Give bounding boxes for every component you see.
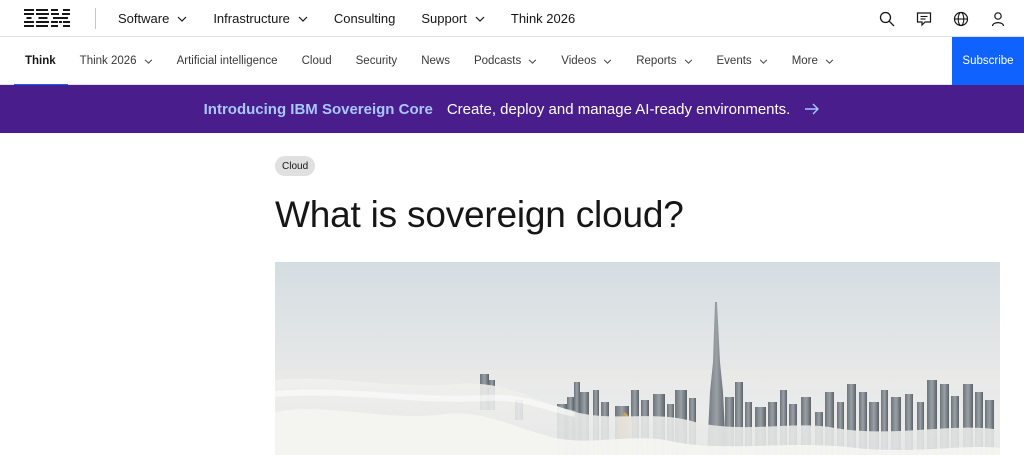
masthead-item-infrastructure[interactable]: Infrastructure [213, 11, 308, 26]
subnav-item-label: Videos [561, 55, 597, 67]
chevron-down-icon [684, 58, 692, 64]
chevron-down-icon [144, 58, 152, 64]
subnav-item-label: Events [716, 55, 752, 67]
chevron-down-icon [604, 58, 612, 64]
contact-button[interactable] [905, 0, 942, 37]
subnav-item-artificial-intelligence[interactable]: Artificial intelligence [165, 37, 290, 85]
masthead-item-label: Think 2026 [510, 11, 576, 26]
subnav-items: Think Think 2026 Artificial intelligence… [0, 37, 846, 86]
masthead-divider [95, 8, 96, 29]
masthead-item-think-2026[interactable]: Think 2026 [511, 11, 575, 26]
arrow-right-icon[interactable] [804, 103, 820, 115]
masthead-item-label: Support [421, 11, 467, 26]
chevron-down-icon [475, 16, 485, 22]
masthead-item-label: Software [118, 11, 170, 26]
subnav-item-label: Think 2026 [79, 55, 137, 67]
chevron-down-icon [759, 58, 767, 64]
subnav-item-podcasts[interactable]: Podcasts [462, 37, 549, 85]
masthead-item-label: Infrastructure [213, 11, 290, 26]
subscribe-button[interactable]: Subscribe [952, 37, 1024, 85]
page-title: What is sovereign cloud? [275, 194, 684, 235]
masthead-item-support[interactable]: Support [421, 11, 485, 26]
city-skyline-image [275, 262, 1000, 455]
topic-tag[interactable]: Cloud [275, 156, 316, 176]
chevron-down-icon [825, 58, 834, 64]
subnav-item-label: Artificial intelligence [176, 55, 278, 67]
subnav-item-label: Reports [636, 55, 677, 67]
masthead-nav: Software Infrastructure Consulting Suppo… [118, 0, 601, 37]
subnav-item-label: Podcasts [473, 55, 522, 67]
ibm-logo[interactable] [24, 9, 70, 27]
chat-icon [916, 11, 931, 26]
chevron-down-icon [177, 16, 187, 22]
subnav-item-label: Think [25, 55, 56, 67]
globe-icon [953, 11, 968, 26]
subnav-item-think-2026[interactable]: Think 2026 [68, 37, 165, 85]
search-button[interactable] [868, 0, 905, 37]
subnav-item-label: Security [355, 55, 398, 67]
masthead-icons [868, 0, 1016, 37]
subnav-item-cloud[interactable]: Cloud [290, 37, 344, 85]
subnav-item-events[interactable]: Events [705, 37, 780, 85]
think-subnav: Think Think 2026 Artificial intelligence… [0, 37, 1024, 86]
banner-description: Create, deploy and manage AI-ready envir… [446, 100, 791, 118]
subnav-item-security[interactable]: Security [344, 37, 410, 85]
chevron-down-icon [298, 16, 308, 22]
search-icon [879, 11, 894, 26]
profile-button[interactable] [979, 0, 1016, 37]
masthead-item-label: Consulting [333, 11, 396, 26]
subnav-item-more[interactable]: More [780, 37, 846, 85]
subnav-item-videos[interactable]: Videos [549, 37, 624, 85]
subnav-item-label: Cloud [301, 55, 332, 67]
masthead: Software Infrastructure Consulting Suppo… [0, 0, 1024, 37]
banner-title-link[interactable]: Introducing IBM Sovereign Core [204, 101, 433, 118]
subnav-item-label: More [791, 55, 818, 67]
subnav-item-reports[interactable]: Reports [624, 37, 704, 85]
language-button[interactable] [942, 0, 979, 37]
hero-image [275, 262, 1000, 455]
subnav-item-news[interactable]: News [409, 37, 462, 85]
subnav-item-think[interactable]: Think [0, 37, 68, 86]
subnav-item-label: News [421, 55, 450, 67]
masthead-item-consulting[interactable]: Consulting [334, 11, 395, 26]
chevron-down-icon [529, 58, 537, 64]
masthead-item-software[interactable]: Software [118, 11, 187, 26]
promo-banner[interactable]: Introducing IBM Sovereign Core Create, d… [0, 85, 1024, 133]
user-icon [991, 11, 1004, 26]
